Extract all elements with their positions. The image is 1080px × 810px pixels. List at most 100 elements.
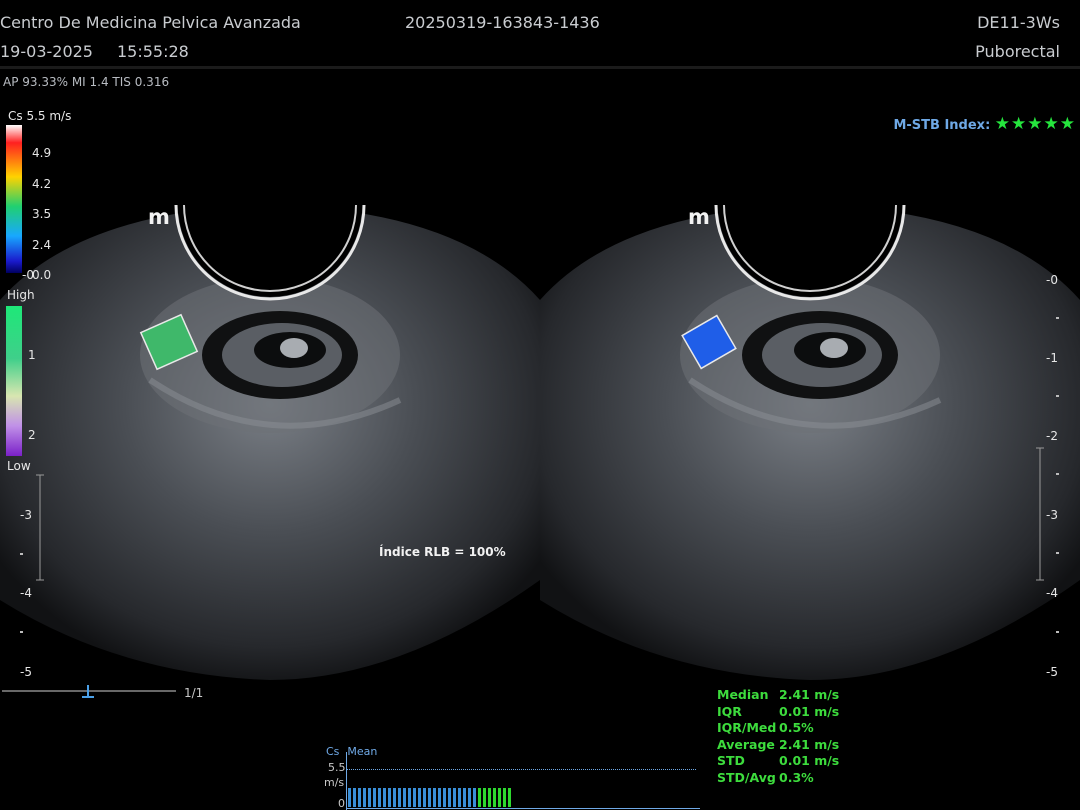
trend-bar-green xyxy=(503,788,506,807)
trend-bar-blue xyxy=(398,788,401,807)
stat-label: IQR/Med xyxy=(717,720,777,735)
stat-row: Average 2.41 m/s xyxy=(717,737,839,754)
trend-bar-blue xyxy=(473,788,476,807)
trend-bar-green xyxy=(483,788,486,807)
stat-value: 2.41 m/s xyxy=(779,736,840,752)
frame-counter: 1/1 xyxy=(184,686,204,700)
trend-bar-blue xyxy=(393,788,396,807)
velocity-tick: 2.4 xyxy=(32,238,52,252)
trend-mean-label: Mean xyxy=(347,745,378,758)
stat-value: 2.41 m/s xyxy=(779,687,840,702)
velocity-scale-title: Cs 5.5 m/s xyxy=(8,109,72,123)
trend-bar-blue xyxy=(403,788,406,807)
trend-bar-blue xyxy=(428,788,431,807)
stat-label: Median xyxy=(717,687,769,702)
trend-bar-blue xyxy=(453,788,456,807)
stat-value: 0.5% xyxy=(779,720,814,735)
trend-bar-blue xyxy=(383,788,386,807)
trend-bars xyxy=(348,788,511,807)
rlb-index: Índice RLB = 100% xyxy=(379,545,506,559)
mstb-label: M-STB Index: xyxy=(893,118,991,133)
mstb-stars: ★★★★★ xyxy=(994,114,1076,134)
trend-bar-blue xyxy=(363,788,366,807)
ultrasound-images xyxy=(0,125,1080,698)
depth-label-right: -2 xyxy=(1046,429,1058,443)
trend-bar-blue xyxy=(458,788,461,807)
quality-tick: 2 xyxy=(28,428,36,442)
header-divider xyxy=(0,66,1080,69)
trend-bar-blue xyxy=(443,788,446,807)
stat-value: 0.01 m/s xyxy=(779,703,840,719)
quality-color-bar xyxy=(6,306,22,456)
trend-bar-blue xyxy=(388,788,391,807)
depth-label-left: -3 xyxy=(20,508,32,522)
trend-bar-blue xyxy=(378,788,381,807)
stat-value: 0.01 m/s xyxy=(779,753,840,768)
mstb-index: M-STB Index: ★★★★★ xyxy=(893,114,1076,134)
trend-bar-blue xyxy=(468,788,471,807)
stat-row: IQR/Med 0.5% xyxy=(717,720,839,737)
exam-time: 15:55:28 xyxy=(117,42,189,61)
trend-zero: 0 xyxy=(338,797,345,810)
depth-label-right: -3 xyxy=(1046,508,1058,522)
stat-value: 0.3% xyxy=(779,769,814,785)
trend-max-line xyxy=(346,769,696,770)
stat-row: STD/Avg 0.3% xyxy=(717,770,839,787)
stat-label: IQR xyxy=(717,703,742,719)
stat-row: STD 0.01 m/s xyxy=(717,753,839,770)
right-probe-marker: m xyxy=(688,205,710,229)
trend-bar-blue xyxy=(413,788,416,807)
stat-row: IQR 0.01 m/s xyxy=(717,704,839,721)
exam-date: 19-03-2025 xyxy=(0,42,93,61)
trend-bar-green xyxy=(508,788,511,807)
depth-label-left: -4 xyxy=(20,586,32,600)
trend-bar-blue xyxy=(408,788,411,807)
stat-label: STD xyxy=(717,753,745,768)
preset-name: Puborectal xyxy=(975,42,1060,61)
exam-id: 20250319-163843-1436 xyxy=(405,13,600,32)
trend-x-axis xyxy=(346,808,700,809)
trend-bar-blue xyxy=(358,788,361,807)
depth-label-right: -5 xyxy=(1046,665,1058,679)
trend-bar-green xyxy=(478,788,481,807)
velocity-color-bar xyxy=(6,125,22,273)
trend-cs-label: Cs xyxy=(326,745,340,758)
depth-label-right: -4 xyxy=(1046,586,1058,600)
trend-bar-blue xyxy=(433,788,436,807)
trend-bar-blue xyxy=(463,788,466,807)
trend-bar-blue xyxy=(423,788,426,807)
clinic-name: Centro De Medicina Pelvica Avanzada xyxy=(0,13,301,32)
quality-high-label: High xyxy=(7,288,35,302)
velocity-tick: 0.0 xyxy=(32,268,52,282)
trend-bar-green xyxy=(488,788,491,807)
trend-bar-blue xyxy=(448,788,451,807)
trend-bar-blue xyxy=(368,788,371,807)
trend-unit: m/s xyxy=(324,776,345,789)
velocity-tick: 4.9 xyxy=(32,146,52,160)
trend-bar-green xyxy=(498,788,501,807)
trend-bar-blue xyxy=(418,788,421,807)
depth-label-left: -5 xyxy=(20,665,32,679)
left-probe-marker: m xyxy=(148,205,170,229)
velocity-tick: 3.5 xyxy=(32,207,52,221)
stat-label: STD/Avg xyxy=(717,769,776,785)
mean-trend-graph: Cs Mean 5.5 m/s 0 xyxy=(324,744,706,810)
stat-label: Average xyxy=(717,736,775,752)
quality-low-label: Low xyxy=(7,459,31,473)
trend-bar-green xyxy=(493,788,496,807)
depth-label-right: -0 xyxy=(1046,273,1058,287)
trend-y-axis xyxy=(346,752,347,810)
trend-bar-blue xyxy=(438,788,441,807)
quality-tick: 1 xyxy=(28,348,36,362)
trend-ymax: 5.5 xyxy=(328,761,346,774)
trend-bar-blue xyxy=(373,788,376,807)
stat-row: Median 2.41 m/s xyxy=(717,687,839,704)
depth-label-right: -1 xyxy=(1046,351,1058,365)
trend-bar-blue xyxy=(353,788,356,807)
depth-zero-left: -0 xyxy=(22,268,34,282)
acoustic-power-readout: AP 93.33% MI 1.4 TIS 0.316 xyxy=(3,75,170,89)
velocity-tick: 4.2 xyxy=(32,177,52,191)
measurement-stats: Median 2.41 m/s IQR 0.01 m/s IQR/Med 0.5% A… xyxy=(717,687,839,786)
probe-name: DE11-3Ws xyxy=(977,13,1060,32)
trend-bar-blue xyxy=(348,788,351,807)
